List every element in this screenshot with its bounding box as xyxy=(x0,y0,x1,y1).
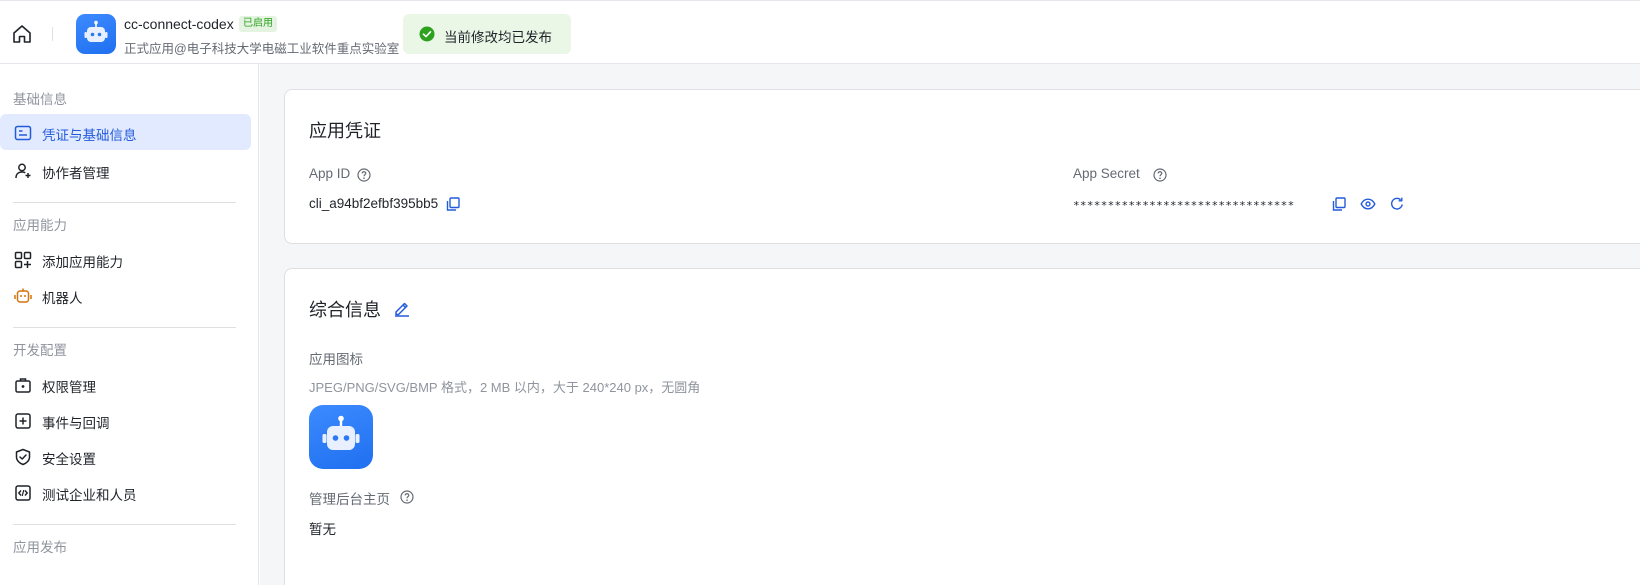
sidebar-item-label: 权限管理 xyxy=(42,380,96,395)
publish-status-text: 当前修改均已发布 xyxy=(444,30,552,45)
app-avatar xyxy=(76,14,116,54)
top-header: cc-connect-codex 已启用 正式应用@电子科技大学电磁工业软件重点… xyxy=(0,0,1640,64)
shield-check-icon xyxy=(15,448,31,466)
group-title-capabilities: 应用能力 xyxy=(13,218,67,233)
sidebar-divider xyxy=(13,524,236,525)
sidebar-divider xyxy=(13,202,236,203)
eye-icon[interactable] xyxy=(1360,196,1376,212)
sidebar-item-label: 凭证与基础信息 xyxy=(42,128,137,143)
check-circle-icon xyxy=(419,26,435,42)
robot-icon xyxy=(322,415,360,450)
group-title-publish: 应用发布 xyxy=(13,540,67,555)
bot-icon xyxy=(14,288,32,303)
homepage-label: 管理后台主页 xyxy=(309,492,390,507)
app-id-value: cli_a94bf2efbf395bb5 xyxy=(309,196,439,211)
sidebar-item-label: 协作者管理 xyxy=(42,166,110,181)
sidebar-item-permissions[interactable]: 权限管理 xyxy=(0,366,251,402)
sidebar-item-security[interactable]: 安全设置 xyxy=(0,438,251,474)
app-name: cc-connect-codex xyxy=(124,16,234,32)
app-id-label: App ID xyxy=(309,166,351,181)
sidebar-divider xyxy=(13,327,236,328)
copy-icon[interactable] xyxy=(445,196,461,212)
group-title-basic: 基础信息 xyxy=(13,92,67,107)
code-box-icon xyxy=(15,485,31,501)
event-plus-icon xyxy=(15,413,31,429)
app-icon-hint: JPEG/PNG/SVG/BMP 格式，2 MB 以内，大于 240*240 p… xyxy=(309,380,701,395)
copy-icon[interactable] xyxy=(1331,196,1347,212)
sidebar-item-events[interactable]: 事件与回调 xyxy=(0,402,251,438)
sidebar-item-label: 测试企业和人员 xyxy=(42,488,137,503)
app-icon-preview[interactable] xyxy=(309,405,373,469)
homepage-value: 暂无 xyxy=(309,522,336,537)
app-secret-label: App Secret xyxy=(1073,166,1140,181)
credentials-card: 应用凭证 App ID cli_a94bf2efbf395bb5 App Sec… xyxy=(284,89,1640,244)
sidebar-item-test-orgs[interactable]: 测试企业和人员 xyxy=(0,474,251,510)
refresh-icon[interactable] xyxy=(1389,196,1405,212)
home-icon[interactable] xyxy=(11,23,33,45)
grid-add-icon xyxy=(14,251,32,269)
sidebar-item-label: 添加应用能力 xyxy=(42,255,123,270)
sidebar-item-bot[interactable]: 机器人 xyxy=(0,277,251,313)
sidebar-item-label: 安全设置 xyxy=(42,452,96,467)
sidebar-item-credentials[interactable]: 凭证与基础信息 xyxy=(0,114,251,150)
credential-card-icon xyxy=(14,125,32,141)
sidebar-item-add-capability[interactable]: 添加应用能力 xyxy=(0,241,251,277)
main-content: 应用凭证 App ID cli_a94bf2efbf395bb5 App Sec… xyxy=(260,64,1640,585)
sidebar-item-collaborators[interactable]: 协作者管理 xyxy=(0,152,251,188)
app-organization: 正式应用@电子科技大学电磁工业软件重点实验室 xyxy=(124,42,400,56)
help-icon[interactable] xyxy=(357,168,371,182)
edit-icon[interactable] xyxy=(393,299,411,317)
card-title-credentials: 应用凭证 xyxy=(309,121,381,141)
help-icon[interactable] xyxy=(1153,168,1167,182)
user-add-icon xyxy=(15,163,31,179)
status-badge: 已启用 xyxy=(239,16,277,32)
help-icon[interactable] xyxy=(400,490,414,504)
sidebar: 基础信息 凭证与基础信息 协作者管理 应用能力 添加应用能力 机器人 开发配置 … xyxy=(0,64,259,585)
briefcase-lock-icon xyxy=(15,378,31,393)
general-info-card: 综合信息 应用图标 JPEG/PNG/SVG/BMP 格式，2 MB 以内，大于… xyxy=(284,268,1640,585)
card-title-general: 综合信息 xyxy=(309,300,381,320)
app-icon-label: 应用图标 xyxy=(309,352,363,367)
sidebar-item-label: 事件与回调 xyxy=(42,416,110,431)
publish-status-banner: 当前修改均已发布 xyxy=(403,14,571,54)
app-secret-value: ******************************** xyxy=(1073,199,1295,212)
sidebar-item-label: 机器人 xyxy=(42,291,83,306)
robot-icon xyxy=(84,20,108,42)
group-title-dev-config: 开发配置 xyxy=(13,343,67,358)
header-divider xyxy=(52,27,53,41)
